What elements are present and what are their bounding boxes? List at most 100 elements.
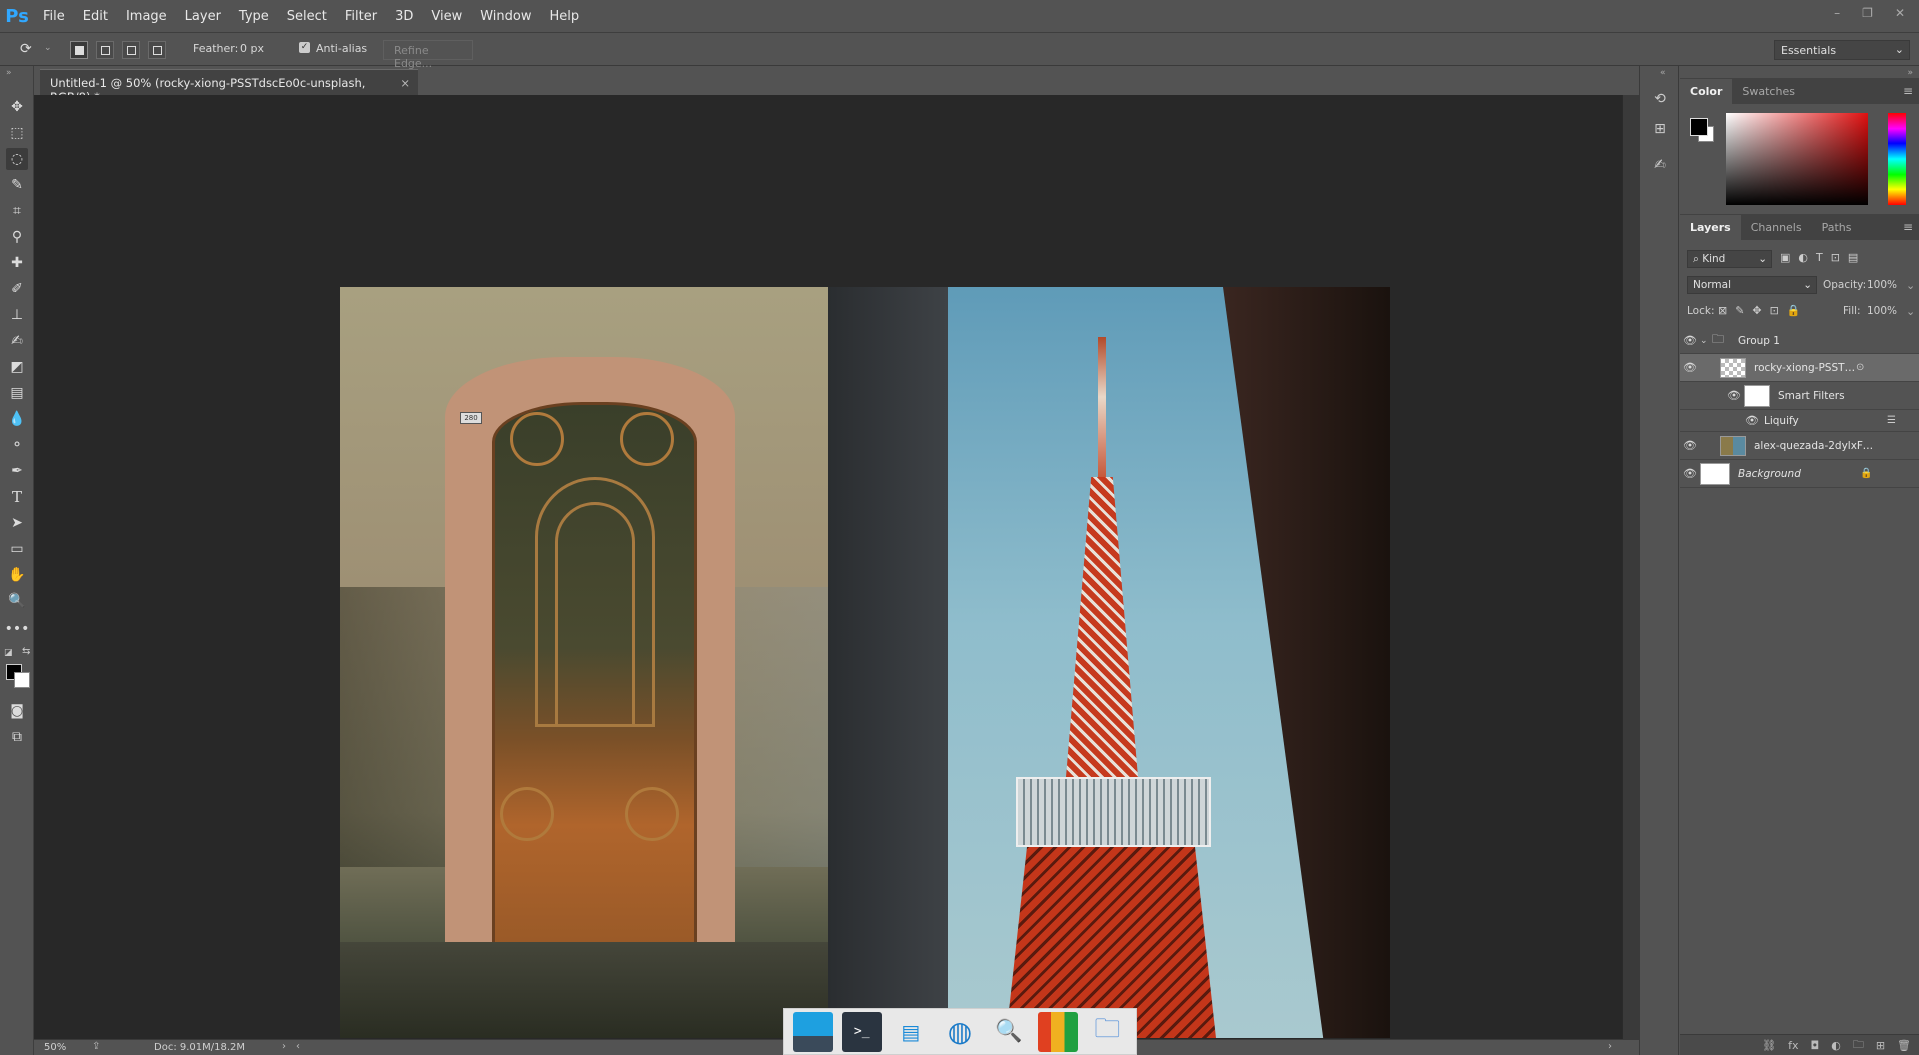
hue-slider[interactable] [1888,113,1906,205]
quick-selection-tool-icon[interactable]: ✎ [6,174,28,196]
background-color-swatch[interactable] [14,672,30,688]
adjustment-layer-icon[interactable]: ◐ [1831,1039,1841,1052]
eye-icon[interactable]: 👁 [1680,334,1700,347]
marquee-tool-icon[interactable]: ⬚ [6,122,28,144]
history-panel-icon[interactable]: ⟲ [1649,88,1671,110]
lock-icons[interactable]: ⊠✎✥⊡🔒 [1718,304,1809,317]
collapse-arrows-icon[interactable]: « [1660,68,1666,78]
menu-type[interactable]: Type [230,0,278,33]
default-colors-icon[interactable]: ◪ [4,648,13,658]
desktop-icon[interactable] [792,1011,833,1052]
refine-edge-button[interactable]: Refine Edge... [383,40,473,70]
terminal-icon[interactable]: >_ [841,1011,882,1052]
screen-mode-icon[interactable]: ⧉ [6,726,28,748]
opacity-input[interactable]: 100% [1867,279,1897,291]
eye-icon[interactable]: 👁 [1680,361,1700,374]
link-layers-icon[interactable]: ⛓ [1762,1039,1776,1052]
intersect-selection-button[interactable] [148,41,166,59]
fx-icon[interactable]: fx [1788,1039,1798,1052]
tab-layers[interactable]: Layers [1680,215,1741,240]
adjustments-panel-icon[interactable]: ✍ [1649,154,1671,176]
quick-mask-icon[interactable]: ◙ [6,700,28,722]
subtract-selection-button[interactable] [122,41,140,59]
document-canvas[interactable]: 280 [340,287,1390,1038]
add-selection-button[interactable] [96,41,114,59]
zoom-tool-icon[interactable]: 🔍 [6,590,28,612]
collapse-arrows-icon[interactable]: » [1907,68,1913,78]
share-icon[interactable]: ⇪ [92,1041,100,1052]
layer-row-alex-quezada[interactable]: 👁 alex-quezada-2dylxFo_... [1680,432,1919,460]
menu-filter[interactable]: Filter [336,0,386,33]
add-mask-icon[interactable]: ◘ [1811,1039,1820,1052]
blur-tool-icon[interactable]: 💧 [6,408,28,430]
menu-select[interactable]: Select [278,0,336,33]
panel-menu-icon[interactable]: ≡ [1903,220,1913,234]
layer-row-background[interactable]: 👁 Background 🔒 [1680,460,1919,488]
feather-input[interactable]: 0 px [240,42,264,55]
scroll-right-icon[interactable]: › [1608,1041,1612,1052]
tab-paths[interactable]: Paths [1812,215,1862,240]
vertical-scrollbar[interactable] [1622,95,1639,1039]
layer-filter-icons[interactable]: ▣◐T⊡▤ [1780,251,1866,264]
minimize-button[interactable]: – [1834,6,1840,20]
trash-icon[interactable]: 🗑 [1897,1039,1911,1052]
eye-icon[interactable]: 👁 [1680,439,1700,452]
tab-channels[interactable]: Channels [1741,215,1812,240]
layer-row-smart-filters[interactable]: 👁 Smart Filters [1680,382,1919,410]
chevron-down-icon[interactable]: ⌄ [1906,279,1915,292]
history-brush-tool-icon[interactable]: ✍ [6,330,28,352]
rectangle-tool-icon[interactable]: ▭ [6,538,28,560]
restore-button[interactable]: ❐ [1862,6,1873,20]
eye-icon[interactable]: 👁 [1680,467,1700,480]
workspace-select[interactable]: Essentials ⌄ [1774,40,1910,60]
color-field[interactable] [1726,113,1868,205]
canvas-area[interactable]: 280 [34,95,1622,1039]
move-tool-icon[interactable]: ✥ [6,96,28,118]
menu-window[interactable]: Window [471,0,540,33]
eyedropper-tool-icon[interactable]: ⚲ [6,226,28,248]
file-manager-icon[interactable]: ▤ [891,1012,931,1052]
blend-mode-select[interactable]: Normal ⌄ [1687,276,1817,294]
chevron-down-icon[interactable]: ⌄ [44,43,52,53]
menu-layer[interactable]: Layer [176,0,230,33]
chevron-down-icon[interactable]: ⌄ [1700,336,1712,346]
panel-menu-icon[interactable]: ≡ [1903,84,1913,98]
layer-row-rocky-xiong[interactable]: 👁 rocky-xiong-PSSTdsc... ⊙ [1680,354,1919,382]
clone-stamp-tool-icon[interactable]: ⊥ [6,304,28,326]
folder-icon[interactable]: 🗀 [1087,1012,1127,1052]
panel-foreground-color[interactable] [1690,118,1708,136]
fill-input[interactable]: 100% [1867,305,1897,317]
app-launcher-icon[interactable] [1038,1011,1079,1052]
more-tools-icon[interactable]: ••• [5,618,30,640]
new-selection-button[interactable] [70,41,88,59]
new-group-icon[interactable]: 🗀 [1853,1036,1864,1055]
healing-brush-tool-icon[interactable]: ✚ [6,252,28,274]
menu-file[interactable]: File [34,0,74,33]
zoom-level[interactable]: 50% [44,1042,66,1053]
pen-tool-icon[interactable]: ✒ [6,460,28,482]
brush-tool-icon[interactable]: ✐ [6,278,28,300]
menu-image[interactable]: Image [117,0,176,33]
chevron-down-icon[interactable]: ⌄ [1906,305,1915,318]
search-icon[interactable]: 🔍 [989,1012,1029,1052]
eye-icon[interactable]: 👁 [1724,389,1744,402]
eraser-tool-icon[interactable]: ◩ [6,356,28,378]
tab-swatches[interactable]: Swatches [1732,79,1805,104]
close-icon[interactable]: × [400,76,410,90]
document-tab[interactable]: Untitled-1 @ 50% (rocky-xiong-PSSTdscEo0… [40,69,418,104]
collapse-arrows-icon[interactable]: » [6,68,12,78]
type-tool-icon[interactable]: T [6,486,28,508]
layer-row-liquify[interactable]: 👁 Liquify ☰ [1680,410,1919,432]
menu-edit[interactable]: Edit [74,0,117,33]
path-selection-tool-icon[interactable]: ➤ [6,512,28,534]
chevron-right-icon[interactable]: › [282,1041,286,1052]
lasso-preset-icon[interactable]: ⟳ [20,41,32,57]
lasso-tool-icon[interactable]: ◌ [6,148,28,170]
tab-color[interactable]: Color [1680,79,1733,104]
dodge-tool-icon[interactable]: ⚬ [6,434,28,456]
menu-3d[interactable]: 3D [386,0,422,33]
properties-panel-icon[interactable]: ⊞ [1649,118,1671,140]
filter-options-icon[interactable]: ☰ [1887,415,1896,426]
hand-tool-icon[interactable]: ✋ [6,564,28,586]
scroll-left-icon[interactable]: ‹ [296,1041,300,1052]
